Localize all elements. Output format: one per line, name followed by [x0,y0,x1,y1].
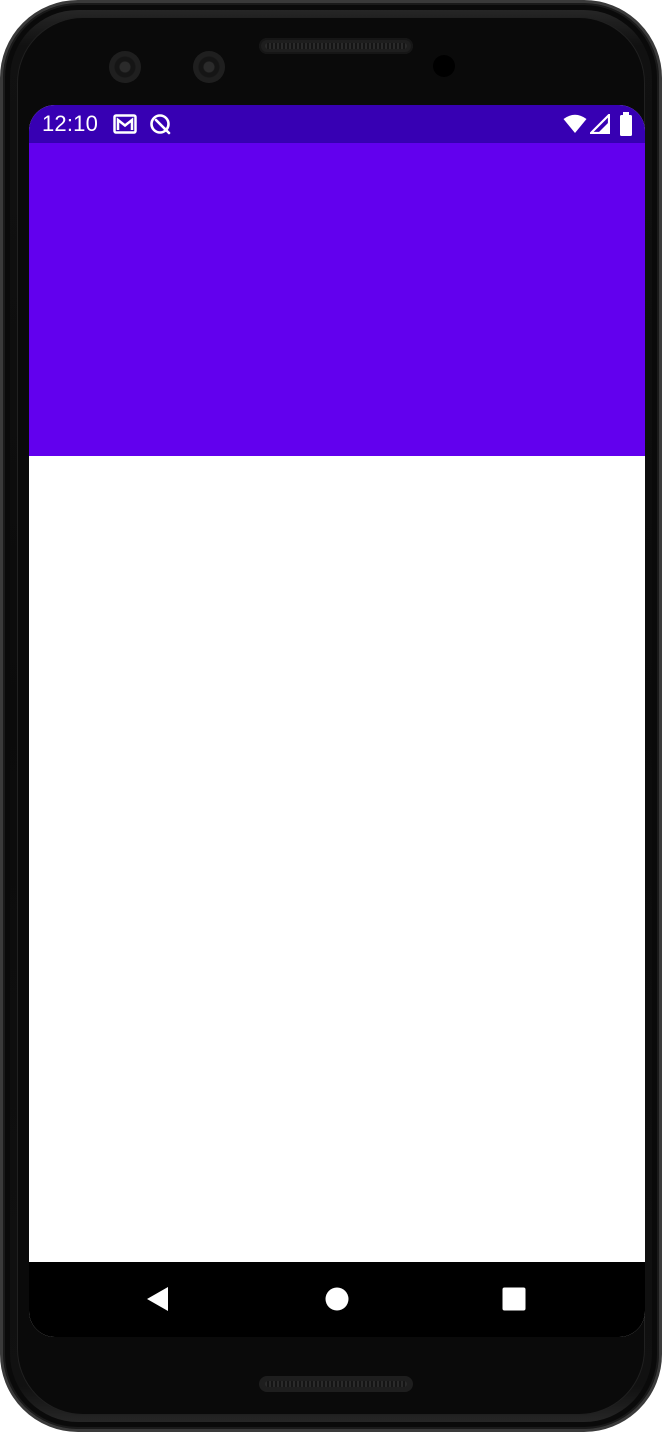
content-area [29,456,645,1262]
device-screen: 12:10 [29,105,645,1337]
recents-icon [502,1287,526,1311]
home-icon [325,1287,349,1311]
battery-icon [620,112,632,136]
phone-frame: 12:10 [0,0,662,1432]
earpiece-speaker [259,38,413,54]
sync-icon [150,114,171,135]
app-bar [29,143,645,456]
navigation-bar [29,1262,645,1337]
proximity-sensor [433,55,455,77]
home-button[interactable] [322,1284,352,1314]
recents-button[interactable] [499,1284,529,1314]
front-camera-right [193,51,225,83]
back-button[interactable] [143,1284,173,1314]
wifi-icon [563,114,587,133]
front-camera-left [109,51,141,83]
signal-icon [590,114,610,134]
status-bar: 12:10 [29,105,645,143]
gmail-icon [113,114,137,134]
back-icon [147,1287,168,1311]
bottom-speaker [259,1376,413,1392]
status-time: 12:10 [42,111,99,136]
